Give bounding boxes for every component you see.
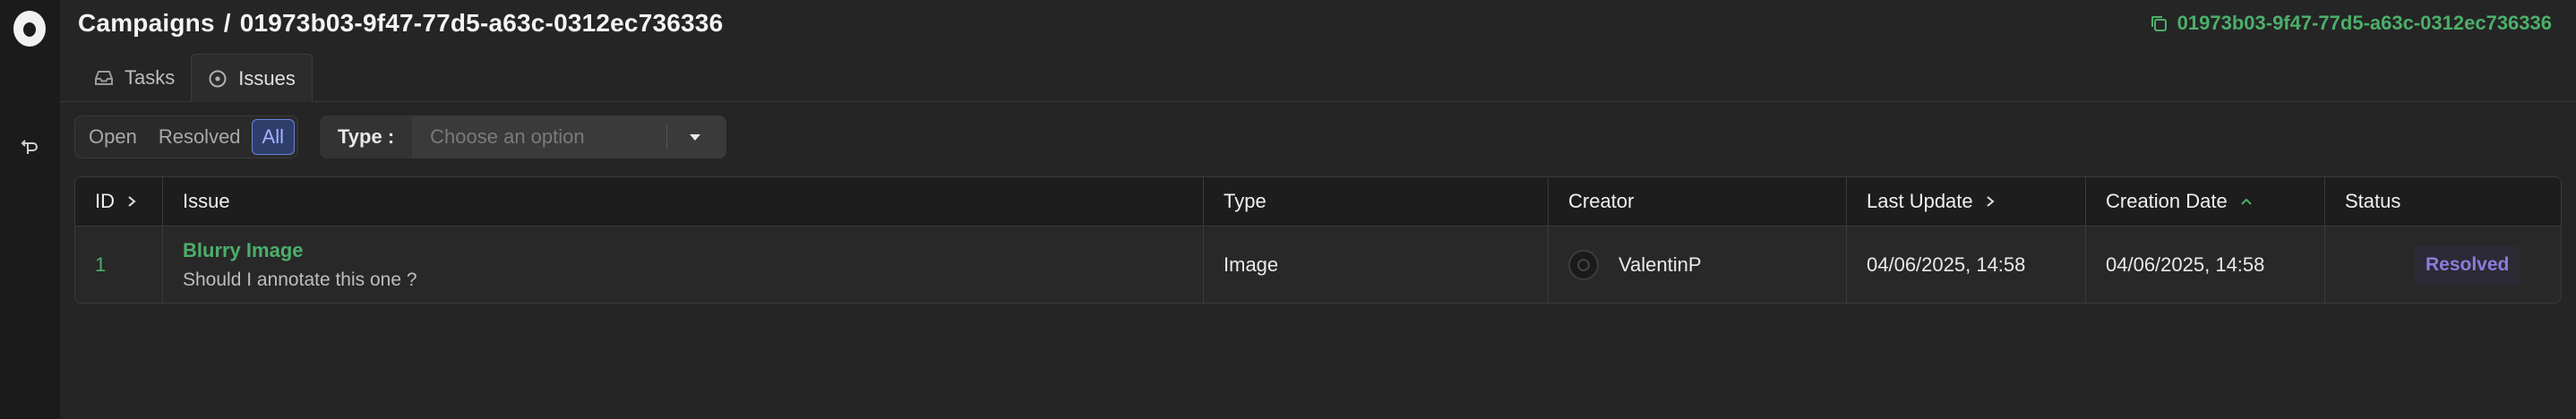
tab-issues-label: Issues	[238, 66, 296, 90]
column-header-label: Last Update	[1867, 190, 1973, 212]
inbox-icon	[95, 71, 113, 85]
sidebar-toggle-icon[interactable]	[18, 134, 41, 158]
issues-table: ID Issue Type Creator Last Update Creati…	[74, 176, 2562, 304]
type-select[interactable]: Choose an option	[412, 115, 726, 158]
tab-bar: Tasks Issues	[78, 54, 2576, 102]
creator-name: ValentinP	[1619, 253, 1702, 276]
column-header-label: Creation Date	[2106, 190, 2228, 212]
row-creation-date: 04/06/2025, 14:58	[2086, 227, 2325, 303]
page-title: Campaigns / 01973b03-9f47-77d5-a63c-0312…	[78, 7, 723, 39]
copy-id-label: 01973b03-9f47-77d5-a63c-0312ec736336	[2177, 12, 2552, 34]
type-select-placeholder: Choose an option	[430, 125, 585, 148]
row-type: Image	[1204, 227, 1549, 303]
column-header-label: Type	[1224, 190, 1267, 212]
row-id: 1	[75, 227, 163, 303]
filter-open-button[interactable]: Open	[78, 119, 148, 155]
column-header-id[interactable]: ID	[75, 177, 163, 226]
filter-bar: Open Resolved All Type : Choose an optio…	[74, 115, 726, 158]
main-content: Campaigns / 01973b03-9f47-77d5-a63c-0312…	[60, 0, 2576, 419]
select-divider	[666, 124, 667, 150]
column-header-issue[interactable]: Issue	[163, 177, 1204, 226]
chevron-right-icon	[1987, 196, 1995, 207]
app-logo-icon[interactable]	[13, 11, 46, 47]
tab-tasks[interactable]: Tasks	[78, 54, 191, 102]
column-header-creator[interactable]: Creator	[1549, 177, 1847, 226]
issue-description: Should I annotate this one ?	[183, 269, 417, 290]
column-header-status[interactable]: Status	[2325, 177, 2561, 226]
type-filter: Type : Choose an option	[320, 115, 726, 158]
table-header: ID Issue Type Creator Last Update Creati…	[75, 177, 2561, 227]
breadcrumb-campaign-id: 01973b03-9f47-77d5-a63c-0312ec736336	[239, 9, 724, 37]
status-filter-group: Open Resolved All	[74, 115, 298, 158]
column-header-label: ID	[95, 190, 115, 212]
row-last-update: 04/06/2025, 14:58	[1847, 227, 2086, 303]
column-header-label: Issue	[183, 190, 230, 212]
column-header-label: Status	[2345, 190, 2401, 212]
chevron-down-icon[interactable]	[689, 133, 701, 141]
breadcrumb-separator: /	[223, 9, 231, 37]
breadcrumb-campaigns[interactable]: Campaigns	[78, 9, 215, 38]
circle-dot-icon	[209, 70, 227, 87]
column-header-type[interactable]: Type	[1204, 177, 1549, 226]
row-issue: Blurry Image Should I annotate this one …	[163, 227, 1204, 303]
chevron-right-icon	[128, 196, 136, 207]
filter-resolved-button[interactable]: Resolved	[148, 119, 252, 155]
row-creator: ValentinP	[1549, 227, 1847, 303]
column-header-label: Creator	[1568, 190, 1635, 212]
avatar	[1568, 250, 1599, 280]
column-header-creation-date[interactable]: Creation Date	[2086, 177, 2325, 226]
tab-tasks-label: Tasks	[125, 66, 176, 89]
issue-title-link[interactable]: Blurry Image	[183, 239, 417, 262]
table-row[interactable]: 1 Blurry Image Should I annotate this on…	[75, 227, 2561, 303]
copy-id-button[interactable]: 01973b03-9f47-77d5-a63c-0312ec736336	[2149, 9, 2552, 38]
status-badge: Resolved	[2415, 245, 2520, 285]
sort-ascending-icon	[2241, 198, 2252, 205]
column-header-last-update[interactable]: Last Update	[1847, 177, 2086, 226]
row-status: Resolved	[2325, 227, 2561, 303]
type-filter-label: Type :	[338, 125, 395, 148]
left-rail	[0, 0, 60, 419]
copy-icon	[2151, 16, 2167, 31]
filter-all-button[interactable]: All	[251, 119, 295, 155]
tab-issues[interactable]: Issues	[191, 54, 313, 102]
